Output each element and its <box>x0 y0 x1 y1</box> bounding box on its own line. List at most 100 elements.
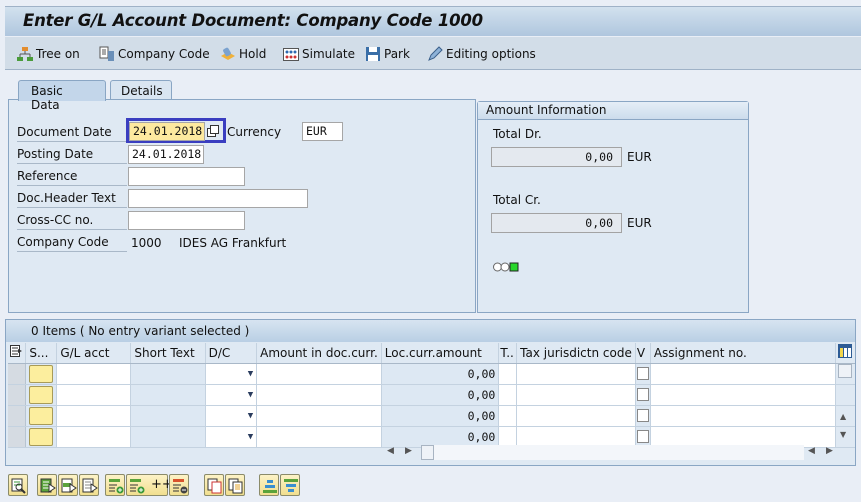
doc-header-text-input[interactable] <box>128 189 308 208</box>
status-cell[interactable] <box>25 426 58 448</box>
short-text-cell <box>130 405 206 427</box>
v-cell[interactable] <box>635 405 651 427</box>
scroll-left-end-icon[interactable]: ◀ <box>808 446 815 456</box>
dc-cell[interactable]: ▼ <box>205 363 258 385</box>
hold-button[interactable]: Hold <box>220 46 266 62</box>
scroll-right-end-icon[interactable]: ▶ <box>826 446 833 456</box>
dc-cell[interactable]: ▼ <box>205 405 258 427</box>
v-checkbox[interactable] <box>636 409 649 422</box>
tax-code-cell[interactable] <box>498 405 518 427</box>
column-header-dc[interactable]: D/C <box>205 343 258 364</box>
layout-icon[interactable] <box>835 343 855 364</box>
gl-acct-cell[interactable] <box>56 405 132 427</box>
status-button[interactable] <box>29 406 54 425</box>
v-checkbox[interactable] <box>636 367 649 380</box>
v-cell[interactable] <box>635 363 651 385</box>
scroll-right-icon[interactable]: ▶ <box>405 446 412 456</box>
column-header-v[interactable]: V <box>635 343 651 364</box>
amount-cell[interactable] <box>256 405 382 427</box>
row-selector[interactable] <box>8 405 27 427</box>
vertical-scrollbar[interactable]: ▲ ▼ <box>837 364 853 444</box>
status-button[interactable] <box>29 364 54 383</box>
v-cell[interactable] <box>635 384 651 406</box>
status-button[interactable] <box>29 427 54 446</box>
tax-jurisdiction-cell[interactable] <box>516 426 636 448</box>
calendar-help-icon[interactable] <box>207 125 219 140</box>
row-selector[interactable] <box>8 384 27 406</box>
tab-details[interactable]: Details <box>110 80 172 100</box>
scroll-up-icon[interactable]: ▲ <box>840 412 846 421</box>
scroll-thumb[interactable] <box>838 364 852 378</box>
select-block-button[interactable] <box>58 474 78 496</box>
tree-on-button[interactable]: Tree on <box>17 46 80 62</box>
cross-cc-input[interactable] <box>128 211 245 230</box>
v-checkbox[interactable] <box>636 388 649 401</box>
scroll-left-icon[interactable]: ◀ <box>387 446 394 456</box>
copy-button[interactable] <box>204 474 224 496</box>
dropdown-arrow-icon[interactable]: ▼ <box>248 390 253 400</box>
status-cell[interactable] <box>25 384 58 406</box>
v-checkbox[interactable] <box>636 430 649 443</box>
reference-input[interactable] <box>128 167 245 186</box>
insert-row-button[interactable] <box>105 474 125 496</box>
gl-acct-cell[interactable] <box>56 426 132 448</box>
simulate-button[interactable]: Simulate <box>283 46 355 62</box>
hscroll-thumb[interactable] <box>421 445 434 460</box>
tab-basic-data[interactable]: Basic Data <box>18 80 106 112</box>
amount-cell[interactable] <box>256 363 382 385</box>
filter-button[interactable] <box>280 474 300 496</box>
loc-amount-cell: 0,00 <box>381 363 500 385</box>
gl-acct-cell[interactable] <box>56 363 132 385</box>
column-header-gl-acct[interactable]: G/L acct <box>56 343 132 364</box>
dc-cell[interactable]: ▼ <box>205 384 258 406</box>
assignment-cell[interactable] <box>650 363 836 385</box>
tax-code-cell[interactable] <box>498 384 518 406</box>
posting-date-input[interactable]: 24.01.2018 <box>128 145 204 164</box>
amount-cell[interactable] <box>256 426 382 448</box>
row-selector[interactable] <box>8 363 27 385</box>
paste-button[interactable] <box>225 474 245 496</box>
assignment-cell[interactable] <box>650 426 836 448</box>
select-all-button[interactable] <box>37 474 57 496</box>
tax-code-cell[interactable] <box>498 426 518 448</box>
column-header-loc-amount[interactable]: Loc.curr.amount <box>381 343 500 364</box>
dropdown-arrow-icon[interactable]: ▼ <box>248 432 253 442</box>
v-cell[interactable] <box>635 426 651 448</box>
delete-row-button[interactable] <box>169 474 189 496</box>
dc-cell[interactable]: ▼ <box>205 426 258 448</box>
deselect-all-button[interactable] <box>79 474 99 496</box>
editing-options-button[interactable]: Editing options <box>427 46 536 62</box>
gl-acct-cell[interactable] <box>56 384 132 406</box>
column-header-short-text[interactable]: Short Text <box>130 343 206 364</box>
currency-input[interactable]: EUR <box>302 122 343 141</box>
dropdown-arrow-icon[interactable]: ▼ <box>248 411 253 421</box>
insert-rows-button[interactable]: ++ <box>126 474 173 496</box>
scroll-down-icon[interactable]: ▼ <box>840 430 846 439</box>
column-header-tax-code[interactable]: T.. <box>498 343 518 364</box>
horizontal-scrollbar[interactable]: ◀ ▶ ◀ ▶ <box>381 445 841 461</box>
column-config-icon[interactable] <box>8 343 27 364</box>
tax-jurisdiction-cell[interactable] <box>516 405 636 427</box>
assignment-cell[interactable] <box>650 405 836 427</box>
park-button[interactable]: Park <box>365 46 410 62</box>
column-header-tax-jurisdiction[interactable]: Tax jurisdictn code <box>516 343 636 364</box>
tax-code-cell[interactable] <box>498 363 518 385</box>
hscroll-track[interactable] <box>434 445 804 460</box>
dropdown-arrow-icon[interactable]: ▼ <box>248 369 253 379</box>
column-header-amount-doc[interactable]: Amount in doc.curr. <box>256 343 382 364</box>
assignment-cell[interactable] <box>650 384 836 406</box>
document-date-input[interactable]: 24.01.2018 <box>129 122 205 141</box>
column-header-assignment[interactable]: Assignment no. <box>650 343 836 364</box>
column-header-status[interactable]: S... <box>25 343 58 364</box>
status-cell[interactable] <box>25 405 58 427</box>
amount-cell[interactable] <box>256 384 382 406</box>
tax-jurisdiction-cell[interactable] <box>516 363 636 385</box>
tax-jurisdiction-cell[interactable] <box>516 384 636 406</box>
status-button[interactable] <box>29 385 54 404</box>
table-row: ▼ 0,00 <box>8 363 855 385</box>
row-selector[interactable] <box>8 426 27 448</box>
details-button[interactable] <box>8 474 28 496</box>
sort-button[interactable] <box>259 474 279 496</box>
company-code-button[interactable]: Company Code <box>99 46 210 62</box>
status-cell[interactable] <box>25 363 58 385</box>
